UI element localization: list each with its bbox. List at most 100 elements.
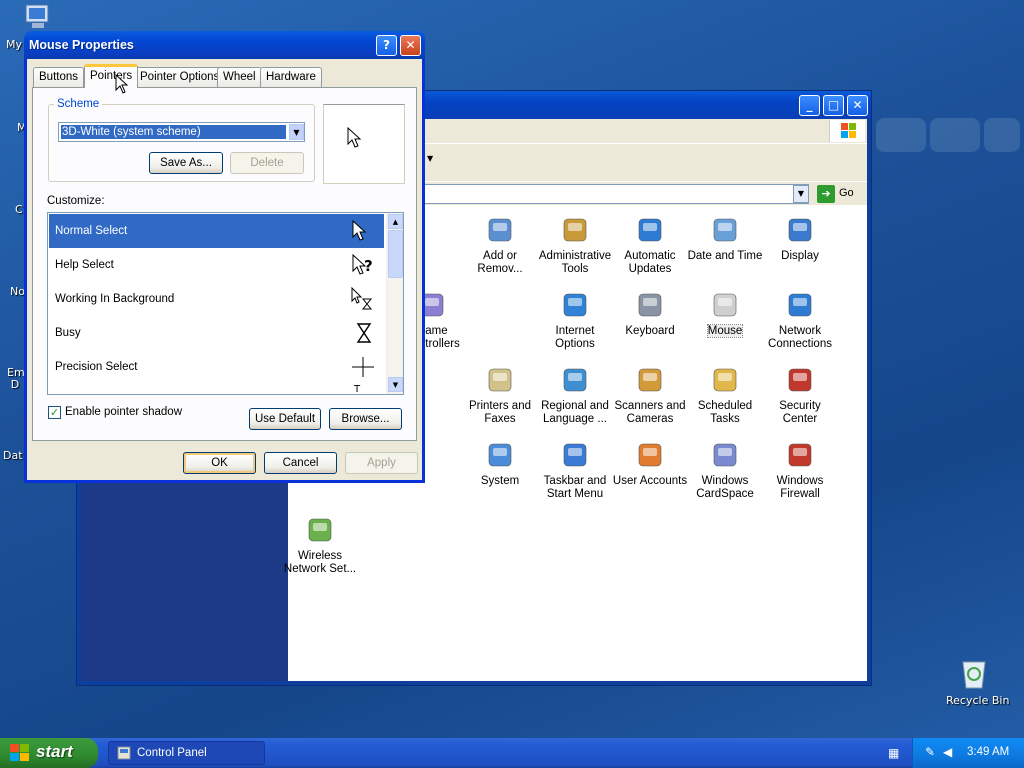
pointer-list-item[interactable]: Working In Background xyxy=(49,282,384,316)
control-panel-item[interactable]: Administrative Tools xyxy=(536,215,614,276)
shadow-checkbox-label[interactable]: Enable pointer shadow xyxy=(65,406,182,418)
desktop-icon-label[interactable]: My xyxy=(6,38,22,51)
pointer-name: Help Select xyxy=(55,259,114,271)
help-cursor-icon: ? xyxy=(350,253,376,277)
mouse-icon xyxy=(708,290,742,322)
control-panel-item[interactable]: Display xyxy=(761,215,839,263)
control-panel-item[interactable]: Scanners and Cameras xyxy=(611,365,689,426)
control-panel-item[interactable]: Regional and Language ... xyxy=(536,365,614,426)
pointers-tab-panel: Scheme 3D-White (system scheme) ▼ Save A… xyxy=(32,87,417,441)
scroll-down-icon[interactable]: ▼ xyxy=(388,377,403,392)
address-dropdown-button[interactable]: ▼ xyxy=(793,185,809,203)
pointer-list-item[interactable]: Normal Select xyxy=(49,214,384,248)
save-as-button[interactable]: Save As... xyxy=(149,152,223,174)
maximize-button[interactable]: □ xyxy=(823,95,844,116)
control-panel-item[interactable]: Internet Options xyxy=(536,290,614,351)
dialog-titlebar[interactable]: Mouse Properties ? ✕ xyxy=(24,31,425,59)
control-panel-item[interactable]: Keyboard xyxy=(611,290,689,338)
ok-button[interactable]: OK xyxy=(183,452,256,474)
pointer-name: Precision Select xyxy=(55,361,138,373)
control-panel-item[interactable]: Add or Remov... xyxy=(461,215,539,276)
control-panel-item-label: Scheduled Tasks xyxy=(697,400,753,425)
pointer-list-item[interactable]: Precision Select xyxy=(49,350,384,384)
pointer-list-item[interactable]: Help Select? xyxy=(49,248,384,282)
pointer-name: Working In Background xyxy=(55,293,175,305)
tab-hardware[interactable]: Hardware xyxy=(260,67,322,87)
control-panel-item[interactable]: Taskbar and Start Menu xyxy=(536,440,614,501)
user-accounts-icon xyxy=(633,440,667,472)
control-panel-item[interactable]: Security Center xyxy=(761,365,839,426)
close-button[interactable]: ✕ xyxy=(847,95,868,116)
browse-button[interactable]: Browse... xyxy=(329,408,402,430)
control-panel-item[interactable]: Windows CardSpace xyxy=(686,440,764,501)
network-connections-icon xyxy=(783,290,817,322)
scrollbar[interactable]: ▲ ▼ xyxy=(386,213,403,394)
system-tray: ✎ ◀ 3:49 AM xyxy=(912,738,1024,768)
windows-logo-icon xyxy=(10,744,29,761)
control-panel-item[interactable]: System xyxy=(461,440,539,488)
control-panel-item-label: Windows Firewall xyxy=(776,475,824,500)
dropdown-arrow-icon[interactable]: ▼ xyxy=(427,154,433,163)
control-panel-item[interactable]: Scheduled Tasks xyxy=(686,365,764,426)
control-panel-item[interactable]: Printers and Faxes xyxy=(461,365,539,426)
control-panel-item-label: Wireless Network Set... xyxy=(283,550,357,575)
control-panel-item-label: Scanners and Cameras xyxy=(614,400,686,425)
close-button[interactable]: ✕ xyxy=(400,35,421,56)
tab-buttons[interactable]: Buttons xyxy=(33,67,84,87)
start-button[interactable]: start xyxy=(0,738,98,768)
desktop-icon-label[interactable]: Dat xyxy=(3,449,23,462)
shadow-checkbox[interactable]: ✓ xyxy=(48,406,61,419)
delete-button[interactable]: Delete xyxy=(230,152,304,174)
control-panel-item[interactable]: Date and Time xyxy=(686,215,764,263)
volume-icon[interactable]: ◀ xyxy=(943,745,952,759)
working-cursor-icon xyxy=(350,286,376,311)
control-panel-item[interactable]: Wireless Network Set... xyxy=(281,515,359,576)
control-panel-item[interactable]: User Accounts xyxy=(611,440,689,488)
pointer-name: Busy xyxy=(55,327,81,339)
desktop-icon-label[interactable]: Em D xyxy=(7,367,25,391)
control-panel-item[interactable]: Network Connections xyxy=(761,290,839,351)
system-icon xyxy=(483,440,517,472)
scheme-select[interactable]: 3D-White (system scheme) ▼ xyxy=(58,122,305,142)
control-panel-item[interactable]: Windows Firewall xyxy=(761,440,839,501)
arrow-cursor-icon xyxy=(347,127,362,148)
recycle-bin-icon[interactable] xyxy=(958,656,990,690)
windows-firewall-icon xyxy=(783,440,817,472)
scanners-cameras-icon xyxy=(633,365,667,397)
tab-pointers[interactable]: Pointers xyxy=(84,64,139,88)
control-panel-item-label: Taskbar and Start Menu xyxy=(543,475,607,500)
apply-button[interactable]: Apply xyxy=(345,452,418,474)
windows-logo-icon xyxy=(829,120,865,142)
go-button[interactable]: Go xyxy=(839,187,854,199)
desktop-icon-label[interactable]: No xyxy=(10,285,25,298)
help-button[interactable]: ? xyxy=(376,35,397,56)
tab-wheel[interactable]: Wheel xyxy=(217,67,262,87)
display-icon xyxy=(783,215,817,247)
pointer-name: Normal Select xyxy=(55,225,128,237)
control-panel-item[interactable]: Automatic Updates xyxy=(611,215,689,276)
scroll-up-icon[interactable]: ▲ xyxy=(388,214,403,229)
clock[interactable]: 3:49 AM xyxy=(967,746,1009,758)
pointer-list-item[interactable]: Busy xyxy=(49,316,384,350)
arrow-cursor-icon xyxy=(350,219,376,243)
recycle-bin-label[interactable]: Recycle Bin xyxy=(946,694,1009,707)
scroll-thumb[interactable] xyxy=(388,230,403,278)
control-panel-item[interactable]: Mouse xyxy=(686,290,764,338)
taskbar-item-control-panel[interactable]: Control Panel xyxy=(108,741,265,765)
taskbar-item-label: Control Panel xyxy=(137,747,207,759)
minimize-button[interactable]: _ xyxy=(799,95,820,116)
cancel-button[interactable]: Cancel xyxy=(264,452,337,474)
use-default-button[interactable]: Use Default xyxy=(249,408,321,430)
control-panel-item-label: Security Center xyxy=(779,400,821,425)
chevron-down-icon[interactable]: ▼ xyxy=(289,124,304,140)
go-arrow-icon[interactable]: ➔ xyxy=(817,185,835,203)
desktop-icon-label[interactable]: C xyxy=(15,203,23,216)
control-panel-item-label: System xyxy=(480,475,520,487)
internet-options-icon xyxy=(558,290,592,322)
tab-pointer-options[interactable]: Pointer Options xyxy=(134,67,226,87)
my-computer-icon[interactable] xyxy=(22,2,54,32)
control-panel-item-label: Printers and Faxes xyxy=(468,400,531,425)
keyboard-layout-icon[interactable]: ▦ xyxy=(888,746,899,760)
network-icon[interactable]: ✎ xyxy=(925,745,935,759)
control-panel-item-label: Internet Options xyxy=(555,325,595,350)
